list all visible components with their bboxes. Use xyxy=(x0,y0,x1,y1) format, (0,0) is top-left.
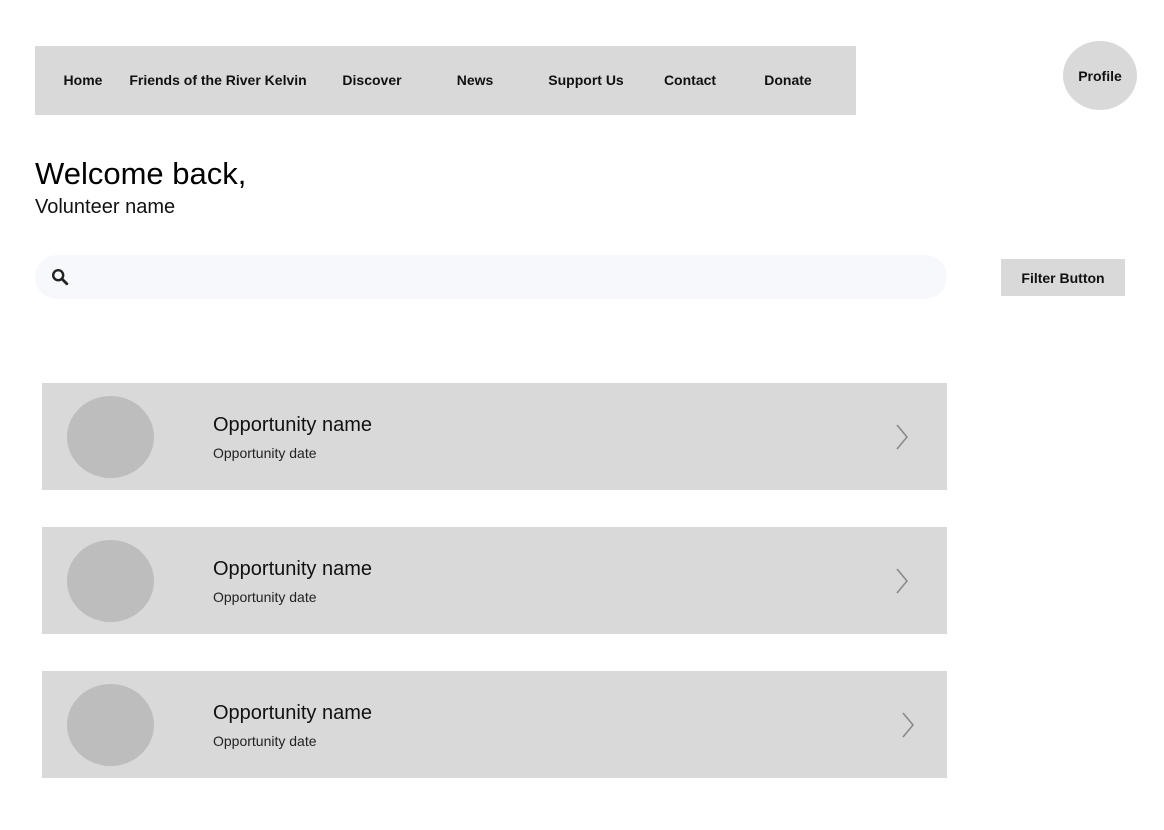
main-nav: Home Friends of the River Kelvin Discove… xyxy=(35,46,856,115)
profile-button[interactable]: Profile xyxy=(1063,41,1137,110)
nav-item-friends-of-the-river-kelvin[interactable]: Friends of the River Kelvin xyxy=(129,46,306,115)
opportunity-name: Opportunity name xyxy=(213,558,372,580)
chevron-right-icon[interactable] xyxy=(895,423,909,451)
nav-item-news[interactable]: News xyxy=(457,46,494,115)
opportunity-image xyxy=(67,540,154,622)
opportunity-name: Opportunity name xyxy=(213,414,372,436)
search-icon[interactable] xyxy=(51,268,69,286)
nav-item-support-us[interactable]: Support Us xyxy=(548,46,623,115)
welcome-heading: Welcome back, xyxy=(35,156,247,191)
filter-button-label: Filter Button xyxy=(1021,269,1105,286)
opportunity-date: Opportunity date xyxy=(213,589,317,605)
opportunity-image xyxy=(67,396,154,478)
nav-item-contact[interactable]: Contact xyxy=(664,46,716,115)
search-input[interactable] xyxy=(83,255,923,299)
opportunity-card[interactable]: Opportunity name Opportunity date xyxy=(42,527,947,634)
filter-button[interactable]: Filter Button xyxy=(1001,259,1125,296)
volunteer-name: Volunteer name xyxy=(35,196,176,218)
chevron-right-icon[interactable] xyxy=(901,711,915,739)
nav-item-discover[interactable]: Discover xyxy=(342,46,401,115)
opportunity-image xyxy=(67,684,154,766)
chevron-right-icon[interactable] xyxy=(895,567,909,595)
opportunity-name: Opportunity name xyxy=(213,702,372,724)
opportunity-date: Opportunity date xyxy=(213,445,317,461)
search-bar xyxy=(35,255,947,299)
opportunity-card[interactable]: Opportunity name Opportunity date xyxy=(42,383,947,490)
profile-label: Profile xyxy=(1078,67,1122,84)
nav-item-donate[interactable]: Donate xyxy=(764,46,811,115)
opportunity-card[interactable]: Opportunity name Opportunity date xyxy=(42,671,947,778)
opportunity-date: Opportunity date xyxy=(213,733,317,749)
nav-item-home[interactable]: Home xyxy=(64,46,103,115)
